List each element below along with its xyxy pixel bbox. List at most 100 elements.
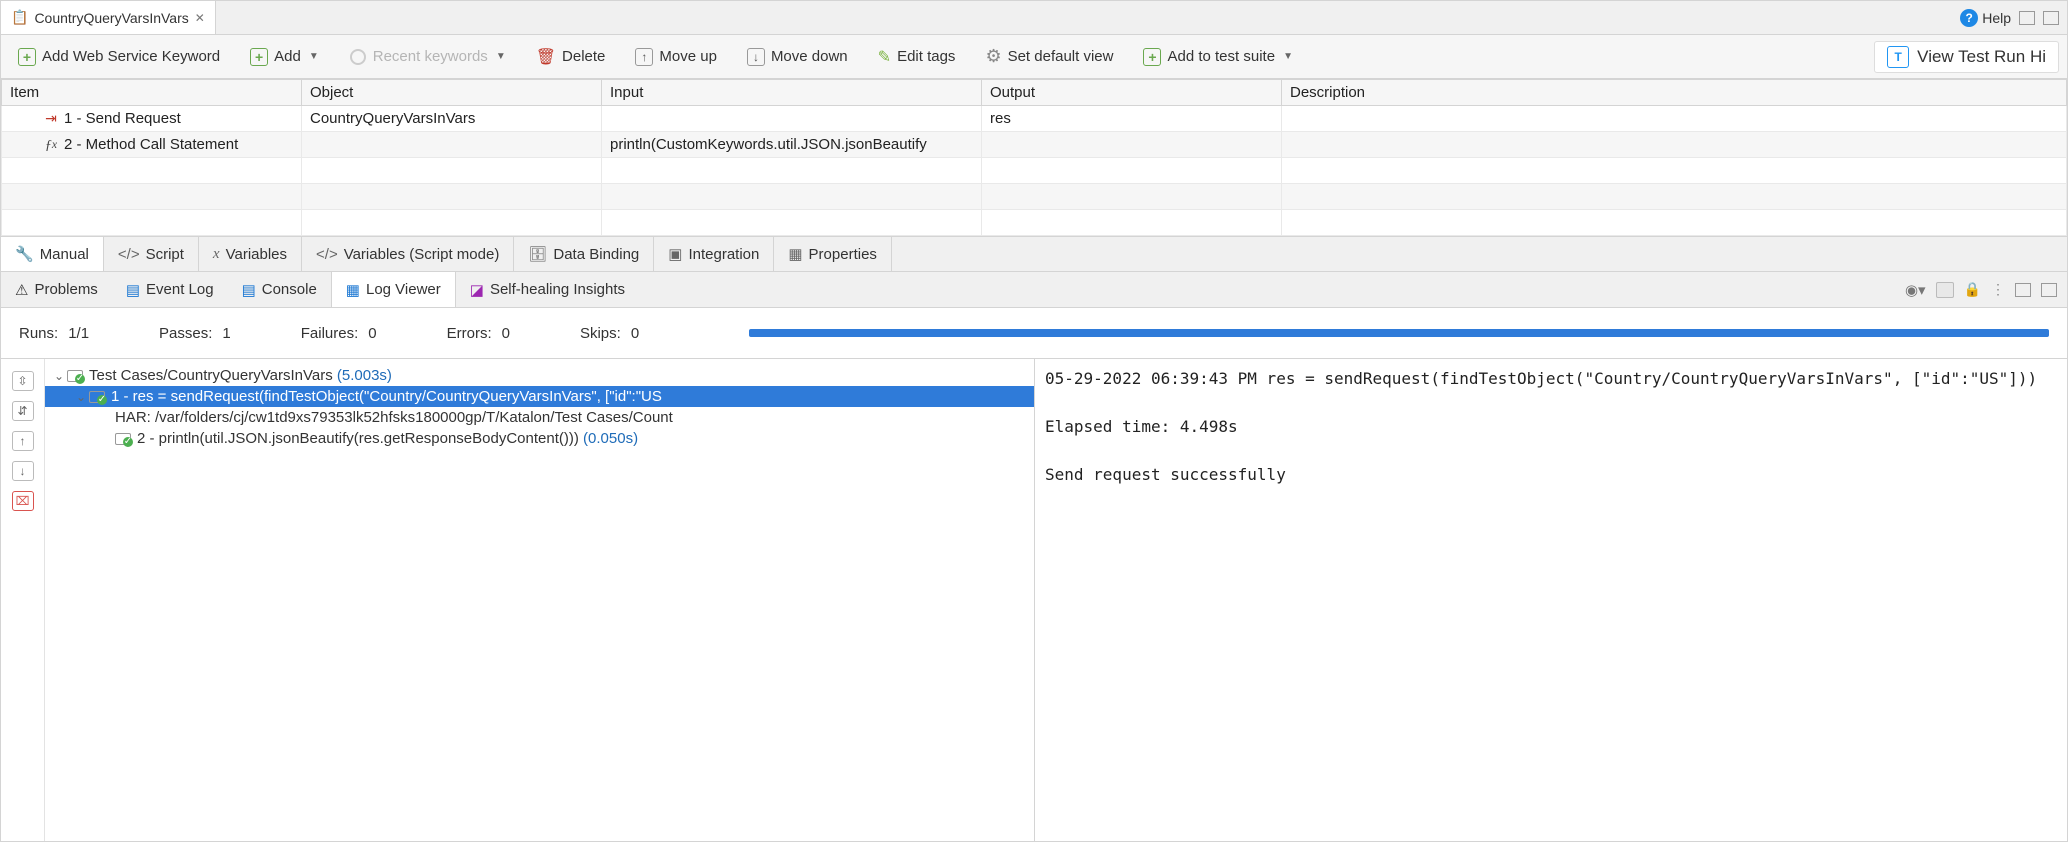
test-run-stats: Runs:1/1 Passes:1 Failures:0 Errors:0 Sk… [1, 308, 2067, 358]
expand-all-icon[interactable]: ⇵ [12, 401, 34, 421]
arrow-down-icon: ↓ [747, 48, 765, 66]
trash-icon: 🗑 [536, 47, 556, 67]
tab-script[interactable]: </>Script [104, 237, 199, 271]
minimize-panel-icon[interactable] [2015, 283, 2031, 297]
test-steps-grid: Item Object Input Output Description ⇥1 … [1, 79, 2067, 236]
log-detail-text[interactable]: 05-29-2022 06:39:43 PM res = sendRequest… [1034, 359, 2067, 841]
tree-node[interactable]: HAR: /var/folders/cj/cw1td9xs79353lk52hf… [45, 407, 1034, 428]
runs-value: 1/1 [68, 325, 89, 342]
log-viewer-body: ⇳ ⇵ ↑ ↓ ⌧ ⌄ Test Cases/CountryQueryVarsI… [1, 358, 2067, 841]
integration-icon: ▣ [668, 245, 682, 263]
delete-button[interactable]: 🗑Delete [527, 42, 615, 72]
tab-variables-script[interactable]: </>Variables (Script mode) [302, 237, 514, 271]
table-row[interactable] [2, 184, 2067, 210]
gear-icon: ⚙ [985, 46, 1001, 67]
failures-value: 0 [368, 325, 376, 342]
watch-icon[interactable]: ◉▾ [1905, 281, 1926, 299]
pencil-icon: ✎ [878, 47, 891, 67]
move-up-button[interactable]: ↑Move up [626, 43, 726, 71]
close-icon[interactable]: ✕ [195, 11, 205, 25]
code-icon: </> [316, 246, 338, 263]
database-icon: 🗄 [528, 245, 547, 263]
col-item[interactable]: Item [2, 80, 302, 106]
col-output[interactable]: Output [982, 80, 1282, 106]
add-to-test-suite-button[interactable]: +Add to test suite▼ [1134, 43, 1301, 71]
tab-console[interactable]: ▤Console [228, 272, 331, 307]
grid-icon: ▦ [788, 245, 802, 263]
list-icon: 📋 [11, 9, 28, 26]
tab-self-healing[interactable]: ◪Self-healing Insights [456, 272, 639, 307]
progress-bar [749, 329, 2049, 337]
skips-label: Skips: [580, 325, 621, 342]
log-controls: ⇳ ⇵ ↑ ↓ ⌧ [1, 359, 45, 841]
request-icon: ⇥ [42, 110, 60, 127]
arrow-up-icon: ↑ [635, 48, 653, 66]
pass-icon [67, 369, 85, 383]
tab-integration[interactable]: ▣Integration [654, 237, 774, 271]
maximize-panel-icon[interactable] [2041, 283, 2057, 297]
tab-manual[interactable]: 🔧Manual [1, 237, 104, 271]
next-failure-icon[interactable]: ↓ [12, 461, 34, 481]
tab-log-viewer[interactable]: ▦Log Viewer [331, 272, 456, 307]
minimize-icon[interactable] [2019, 11, 2035, 25]
runs-label: Runs: [19, 325, 58, 342]
help-button[interactable]: ? Help [1960, 9, 2011, 27]
editor-tab[interactable]: 📋 CountryQueryVarsInVars ✕ [1, 1, 216, 34]
col-input[interactable]: Input [602, 80, 982, 106]
tab-event-log[interactable]: ▤Event Log [112, 272, 228, 307]
chevron-down-icon: ▼ [496, 51, 506, 62]
tree-view-icon[interactable] [1936, 282, 1954, 298]
table-row[interactable]: ƒx2 - Method Call Statement println(Cust… [2, 132, 2067, 158]
col-object[interactable]: Object [302, 80, 602, 106]
chevron-down-icon: ▼ [1283, 51, 1293, 62]
more-icon[interactable]: ⋮ [1991, 281, 2005, 298]
editor-mode-tabs: 🔧Manual </>Script xVariables </>Variable… [1, 236, 2067, 272]
console-icon: ▤ [242, 281, 256, 299]
maximize-icon[interactable] [2043, 11, 2059, 25]
testops-icon: T [1887, 46, 1909, 68]
tree-node[interactable]: ⌄ 1 - res = sendRequest(findTestObject("… [45, 386, 1034, 407]
passes-value: 1 [222, 325, 230, 342]
tab-properties[interactable]: ▦Properties [774, 237, 892, 271]
add-button[interactable]: +Add▼ [241, 43, 328, 71]
plus-icon: + [1143, 48, 1161, 66]
variable-icon: x [213, 246, 220, 263]
table-row[interactable] [2, 210, 2067, 236]
lock-icon[interactable]: 🔒 [1964, 281, 1981, 298]
tab-variables[interactable]: xVariables [199, 237, 302, 271]
pass-icon [89, 390, 107, 404]
chevron-down-icon[interactable]: ⌄ [51, 369, 67, 383]
tab-problems[interactable]: ⚠Problems [1, 272, 112, 307]
plus-icon: + [18, 48, 36, 66]
prev-failure-icon[interactable]: ↑ [12, 431, 34, 451]
clear-log-icon[interactable]: ⌧ [12, 491, 34, 511]
log-tree: ⌄ Test Cases/CountryQueryVarsInVars (5.0… [45, 359, 1034, 841]
table-row[interactable] [2, 158, 2067, 184]
collapse-all-icon[interactable]: ⇳ [12, 371, 34, 391]
chevron-down-icon[interactable]: ⌄ [73, 390, 89, 404]
bottom-panel-tabs: ⚠Problems ▤Event Log ▤Console ▦Log Viewe… [1, 272, 2067, 308]
edit-tags-button[interactable]: ✎Edit tags [869, 42, 965, 72]
set-default-view-button[interactable]: ⚙Set default view [976, 41, 1122, 72]
clock-icon [350, 49, 366, 65]
pass-icon [115, 432, 133, 446]
add-web-service-keyword-button[interactable]: +Add Web Service Keyword [9, 43, 229, 71]
wrench-icon: 🔧 [15, 245, 34, 263]
errors-label: Errors: [447, 325, 492, 342]
recent-keywords-button[interactable]: Recent keywords▼ [340, 43, 515, 71]
move-down-button[interactable]: ↓Move down [738, 43, 857, 71]
view-test-run-history-button[interactable]: TView Test Run Hi [1874, 41, 2059, 73]
col-description[interactable]: Description [1282, 80, 2067, 106]
toolbar: +Add Web Service Keyword +Add▼ Recent ke… [1, 35, 2067, 79]
table-row[interactable]: ⇥1 - Send Request CountryQueryVarsInVars… [2, 106, 2067, 132]
log-icon: ▤ [126, 281, 140, 299]
healing-icon: ◪ [470, 281, 484, 299]
tree-node[interactable]: 2 - println(util.JSON.jsonBeautify(res.g… [45, 428, 1034, 449]
tree-node[interactable]: ⌄ Test Cases/CountryQueryVarsInVars (5.0… [45, 365, 1034, 386]
editor-tabbar: 📋 CountryQueryVarsInVars ✕ ? Help [1, 1, 2067, 35]
log-viewer-icon: ▦ [346, 281, 360, 299]
help-label: Help [1982, 10, 2011, 26]
help-icon: ? [1960, 9, 1978, 27]
plus-icon: + [250, 48, 268, 66]
tab-data-binding[interactable]: 🗄Data Binding [514, 237, 654, 271]
